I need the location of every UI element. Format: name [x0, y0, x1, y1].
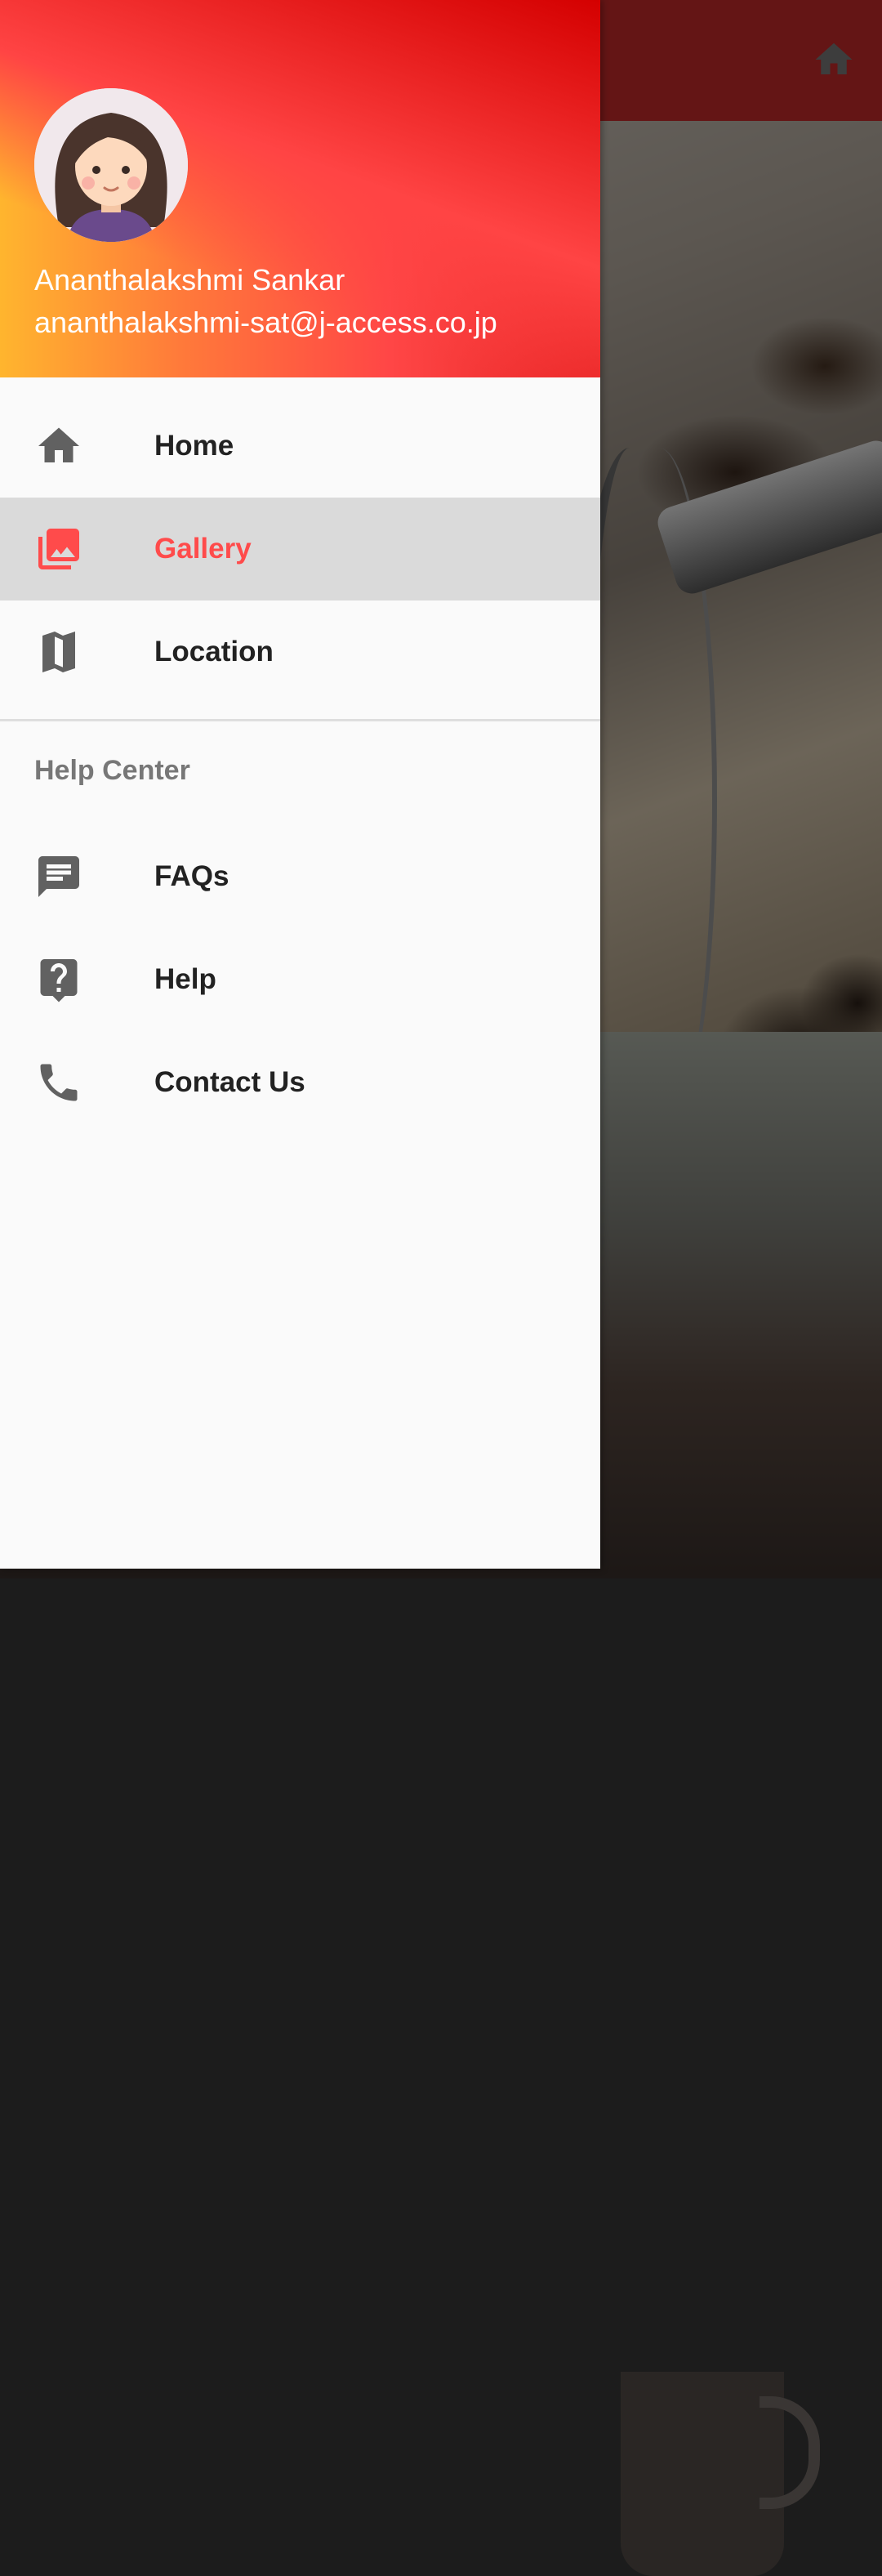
photo-cup-handle: [760, 2396, 820, 2509]
nav-item-home[interactable]: Home: [0, 395, 600, 498]
nav-item-help[interactable]: Help: [0, 928, 600, 1031]
nav-item-label: Contact Us: [154, 1066, 305, 1098]
avatar[interactable]: [34, 88, 188, 242]
drawer-header: Ananthalakshmi Sankar ananthalakshmi-sat…: [0, 0, 600, 377]
photo-library-icon: [38, 529, 79, 569]
phone-icon: [40, 1064, 78, 1101]
avatar-illustration: [34, 88, 188, 242]
user-email: ananthalakshmi-sat@j-access.co.jp: [34, 306, 497, 339]
nav-item-label: Gallery: [154, 533, 252, 565]
message-icon: [38, 856, 79, 897]
nav-item-label: Location: [154, 636, 274, 667]
home-icon: [38, 427, 79, 462]
drawer-divider: [0, 719, 600, 721]
nav-item-label: Home: [154, 430, 234, 462]
user-name: Ananthalakshmi Sankar: [34, 263, 345, 297]
nav-item-location[interactable]: Location: [0, 600, 600, 703]
nav-item-label: FAQs: [154, 860, 229, 892]
nav-item-label: Help: [154, 963, 216, 995]
map-icon: [42, 632, 75, 672]
nav-item-faqs[interactable]: FAQs: [0, 825, 600, 928]
help-icon: [40, 959, 78, 1002]
navigation-drawer: Ananthalakshmi Sankar ananthalakshmi-sat…: [0, 0, 600, 1569]
section-title-help-center: Help Center: [34, 755, 190, 786]
nav-item-contact-us[interactable]: Contact Us: [0, 1031, 600, 1134]
nav-item-gallery[interactable]: Gallery: [0, 498, 600, 600]
